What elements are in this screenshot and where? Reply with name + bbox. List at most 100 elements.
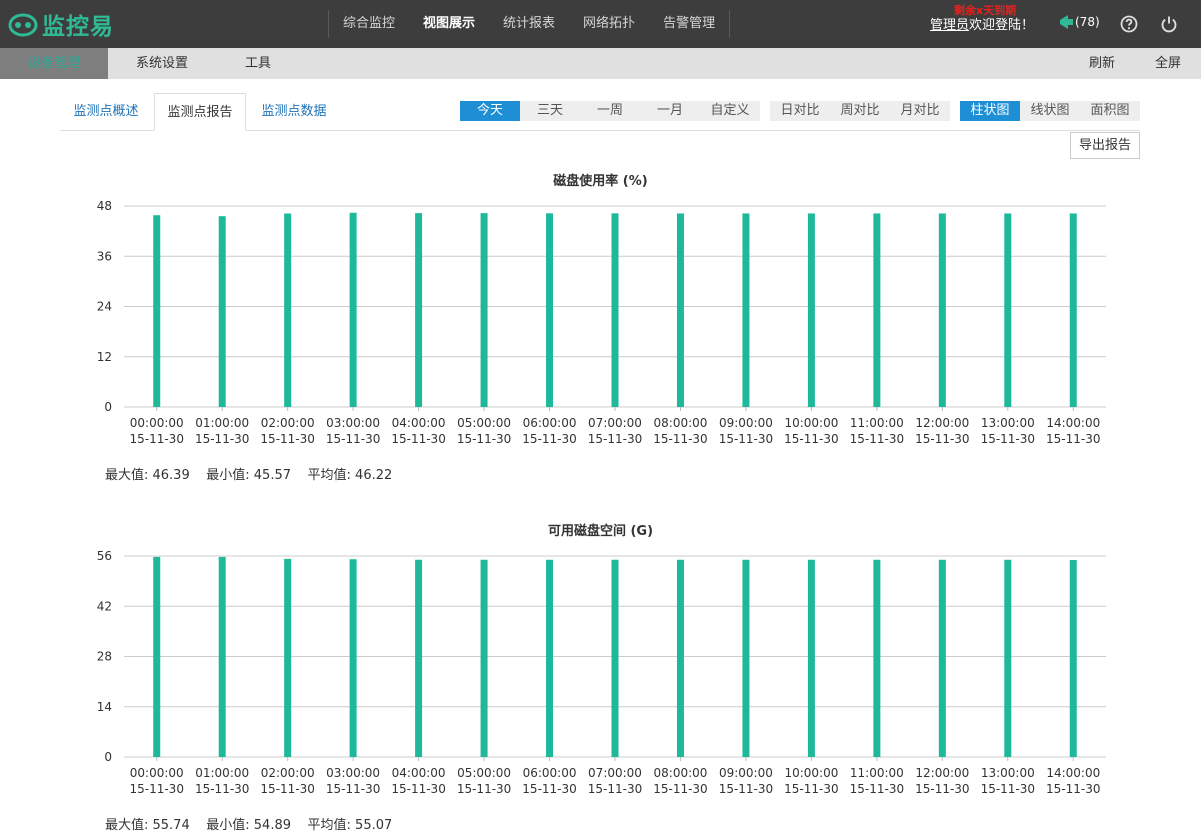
bar [938,559,946,757]
bar [1069,559,1077,757]
main-nav-item[interactable]: 网络拓扑 [569,10,649,38]
bar [480,213,488,407]
y-tick-label: 24 [97,300,112,314]
x-tick-label-time: 04:00:00 [392,416,446,430]
app-logo[interactable]: 监控易 [8,8,114,40]
x-tick-label-date: 15-11-30 [653,432,707,446]
tab-overview[interactable]: 监测点概述 [62,93,150,131]
x-tick-label-time: 10:00:00 [784,766,838,780]
bar [742,213,750,407]
main-nav-item[interactable]: 综合监控 [329,10,409,38]
x-tick-label-time: 14:00:00 [1046,416,1100,430]
stat-max: 最大值: 55.74 [105,818,190,833]
bar [676,213,684,407]
tab-report[interactable]: 监测点报告 [154,93,246,131]
x-tick-label-date: 15-11-30 [195,432,249,446]
y-tick-label: 14 [97,700,112,714]
bar [415,213,423,407]
y-tick-label: 56 [97,549,112,563]
sub-nav-item-tools[interactable]: 工具 [234,48,282,79]
x-tick-label-time: 08:00:00 [654,766,708,780]
x-tick-label-time: 11:00:00 [850,766,904,780]
range-custom-button[interactable]: 自定义 [700,101,760,121]
compare-month-button[interactable]: 月对比 [890,101,950,121]
x-tick-label-time: 00:00:00 [130,766,184,780]
x-tick-label-time: 13:00:00 [981,766,1035,780]
sub-nav-item-device[interactable]: 设备管理 [0,48,108,79]
x-tick-label-time: 13:00:00 [981,416,1035,430]
x-tick-label-date: 15-11-30 [195,782,249,796]
x-tick-label-time: 02:00:00 [261,766,315,780]
disk-usage-chart: 磁盘使用率 (%) 0 12 24 36 48 00:00:00 15-11-30 01:00… [0,160,1201,490]
bar [807,213,815,407]
chart-type-line-button[interactable]: 线状图 [1020,101,1080,121]
user-name-link[interactable]: 管理员 [930,18,969,33]
x-tick-label-time: 08:00:00 [654,416,708,430]
y-tick-label: 0 [104,750,112,764]
chart-type-bar-button[interactable]: 柱状图 [960,101,1020,121]
range-month-button[interactable]: 一月 [640,101,700,121]
bar [742,559,750,757]
compare-week-button[interactable]: 周对比 [830,101,890,121]
x-tick-label-date: 15-11-30 [915,432,969,446]
sub-nav-item-settings[interactable]: 系统设置 [124,48,200,79]
x-tick-label-time: 01:00:00 [195,766,249,780]
x-tick-label-time: 02:00:00 [261,416,315,430]
bar [1004,213,1012,407]
x-tick-label-date: 15-11-30 [391,432,445,446]
refresh-button[interactable]: 刷新 [1084,48,1120,79]
x-tick-label-date: 15-11-30 [391,782,445,796]
x-tick-label-time: 00:00:00 [130,416,184,430]
chart-type-area-button[interactable]: 面积图 [1080,101,1140,121]
range-week-button[interactable]: 一周 [580,101,640,121]
x-tick-label-date: 15-11-30 [522,782,576,796]
x-tick-label-date: 15-11-30 [129,432,183,446]
help-circle-icon[interactable] [1120,15,1138,33]
x-tick-label-date: 15-11-30 [850,432,904,446]
export-report-button[interactable]: 导出报告 [1070,132,1140,159]
bar [1069,213,1077,407]
stat-min: 最小值: 54.89 [206,818,291,833]
main-nav-item[interactable]: 告警管理 [649,10,729,38]
x-tick-label-time: 06:00:00 [523,766,577,780]
main-nav-item[interactable]: 统计报表 [489,10,569,38]
x-tick-label-date: 15-11-30 [457,432,511,446]
fullscreen-button[interactable]: 全屏 [1150,48,1186,79]
x-tick-label-date: 15-11-30 [719,782,773,796]
user-area: 管理员欢迎登陆！ [930,14,1034,33]
x-tick-label-time: 05:00:00 [457,766,511,780]
x-tick-label-date: 15-11-30 [260,782,314,796]
top-bar: 监控易 综合监控 视图展示 统计报表 网络拓扑 告警管理 剩余x天到期 管理员欢… [0,0,1201,48]
bar [153,556,161,757]
range-today-button[interactable]: 今天 [460,101,520,121]
bar [611,559,619,757]
bar [676,559,684,757]
x-tick-label-time: 09:00:00 [719,766,773,780]
x-tick-label-time: 14:00:00 [1046,766,1100,780]
y-tick-label: 0 [104,400,112,414]
x-tick-label-time: 01:00:00 [195,416,249,430]
x-tick-label-date: 15-11-30 [653,782,707,796]
x-tick-label-date: 15-11-30 [981,782,1035,796]
main-nav-item-active[interactable]: 视图展示 [409,10,489,38]
bar [611,213,619,407]
x-tick-label-date: 15-11-30 [1046,782,1100,796]
bar [218,556,226,757]
tab-data[interactable]: 监测点数据 [250,93,338,131]
bar [284,558,292,757]
bar [1004,559,1012,757]
notification-button[interactable]: (78) [1059,14,1100,30]
x-tick-label-date: 15-11-30 [850,782,904,796]
compare-day-button[interactable]: 日对比 [770,101,830,121]
available-disk-chart-svg: 0 14 28 42 56 00:00:00 15-11-30 01:00:00 15-11-3… [97,549,1106,796]
main-nav: 综合监控 视图展示 统计报表 网络拓扑 告警管理 [328,10,731,38]
range-3days-button[interactable]: 三天 [520,101,580,121]
power-icon[interactable] [1160,15,1178,33]
x-tick-label-time: 07:00:00 [588,766,642,780]
x-tick-label-date: 15-11-30 [522,432,576,446]
stat-min: 最小值: 45.57 [206,468,291,483]
logo-text: 监控易 [42,14,114,40]
chart-stats: 最大值: 55.74 最小值: 54.89 平均值: 55.07 [105,814,392,833]
x-tick-label-time: 03:00:00 [326,416,380,430]
bar [480,559,488,757]
